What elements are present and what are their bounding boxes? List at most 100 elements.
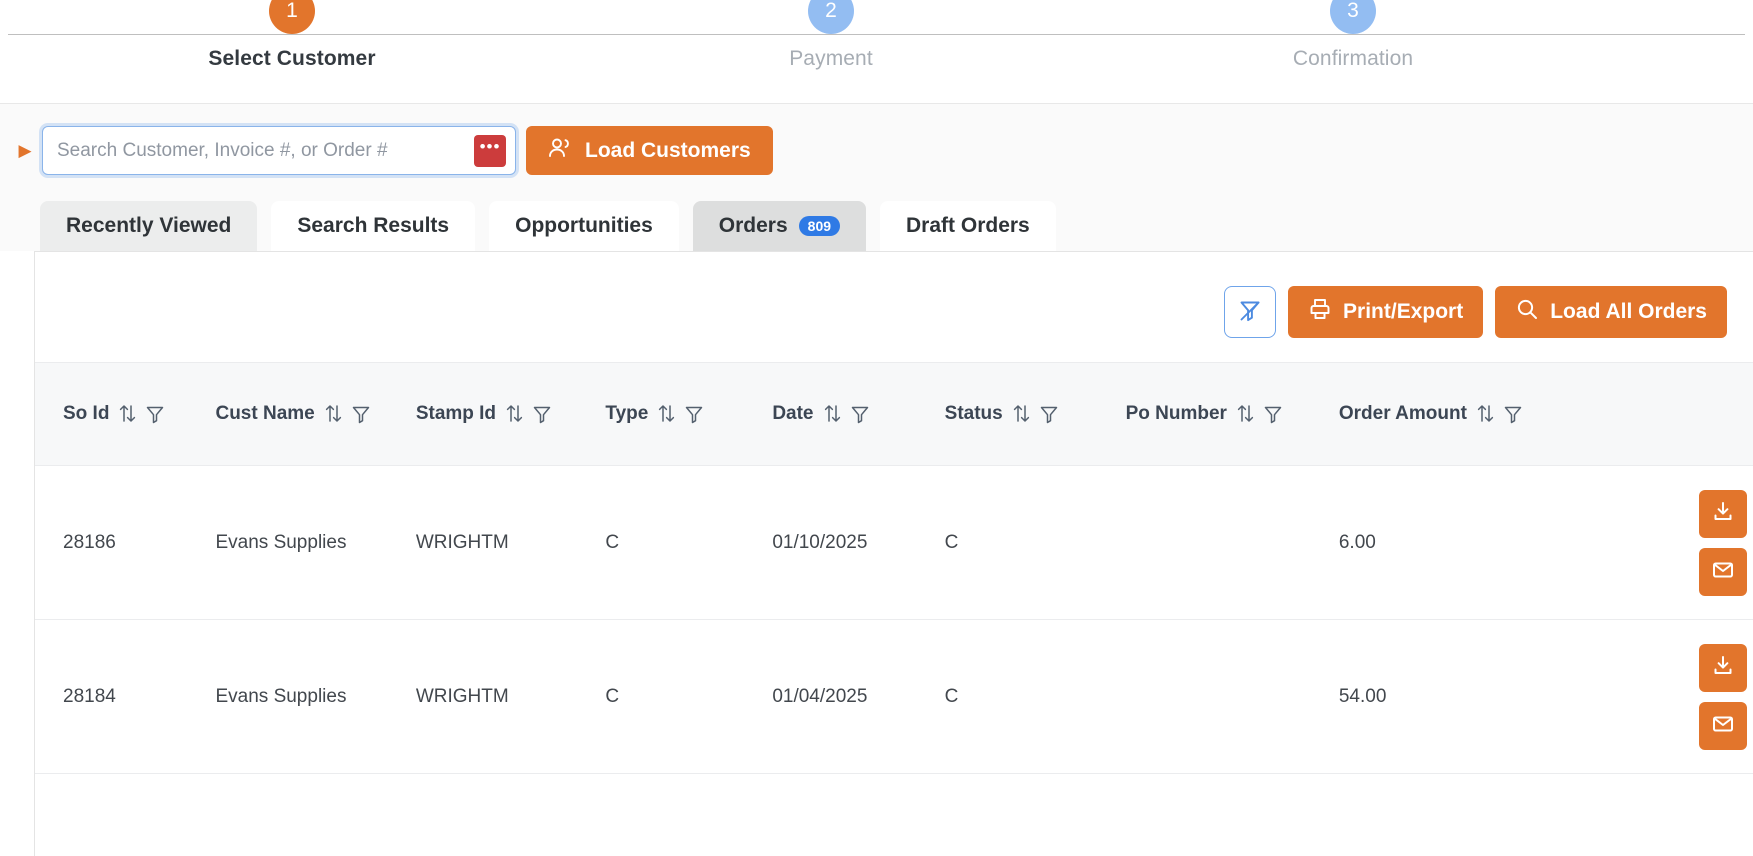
- orders-table-body: 28186 Evans Supplies WRIGHTM C 01/10/202…: [35, 465, 1753, 774]
- cell-order-amount: 6.00: [1332, 465, 1549, 620]
- cell-status: C: [938, 619, 1120, 774]
- column-header-order-amount: Order Amount: [1332, 362, 1549, 466]
- download-icon: [1711, 500, 1735, 527]
- sort-icon-so-id[interactable]: [118, 403, 137, 424]
- column-header-stamp-id: Stamp Id: [409, 362, 600, 466]
- column-header-actions: [1548, 362, 1753, 466]
- cell-cust-name: Evans Supplies: [209, 465, 410, 620]
- tab-recently-viewed[interactable]: Recently Viewed: [40, 201, 258, 251]
- tab-orders[interactable]: Orders 809: [692, 201, 867, 251]
- orders-table: So Id Cust Name Stamp Id Type Date Statu…: [35, 362, 1753, 774]
- column-header-status: Status: [938, 362, 1120, 466]
- column-header-so-id: So Id: [35, 362, 210, 466]
- step-confirmation[interactable]: 3 Confirmation: [1243, 0, 1463, 71]
- printer-icon: [1308, 297, 1332, 327]
- orders-toolbar: Print/Export Load All Orders: [35, 252, 1753, 362]
- clear-filter-button[interactable]: [1224, 286, 1277, 338]
- column-header-po-number: Po Number: [1119, 362, 1333, 466]
- load-customers-button[interactable]: Load Customers: [526, 126, 773, 175]
- customer-search-row: ▶ ••• Load Customers: [0, 104, 1753, 193]
- filter-icon-cust-name[interactable]: [351, 404, 371, 424]
- download-icon: [1711, 654, 1735, 681]
- column-header-cust-name: Cust Name: [209, 362, 410, 466]
- column-header-type: Type: [599, 362, 767, 466]
- sort-icon-type[interactable]: [657, 403, 676, 424]
- table-row[interactable]: 28184 Evans Supplies WRIGHTM C 01/04/202…: [35, 619, 1753, 774]
- filter-icon-type[interactable]: [684, 404, 704, 424]
- cell-po-number: [1119, 465, 1333, 620]
- column-header-date: Date: [766, 362, 939, 466]
- search-input-wrapper: •••: [42, 126, 516, 175]
- search-input[interactable]: [43, 127, 474, 174]
- filter-icon-status[interactable]: [1039, 404, 1059, 424]
- column-header-so-id-label: So Id: [63, 403, 110, 425]
- step-3-label: Confirmation: [1292, 47, 1414, 70]
- tab-recently-viewed-label: Recently Viewed: [66, 214, 232, 237]
- load-all-orders-label: Load All Orders: [1550, 300, 1707, 323]
- tab-draft-orders[interactable]: Draft Orders: [880, 201, 1056, 251]
- column-header-date-label: Date: [772, 403, 814, 425]
- download-order-button[interactable]: [1699, 643, 1747, 692]
- cell-actions: [1548, 465, 1753, 620]
- cell-status: C: [938, 465, 1120, 620]
- sort-icon-po-number[interactable]: [1236, 403, 1255, 424]
- result-tabs: Recently Viewed Search Results Opportuni…: [0, 193, 1753, 251]
- cell-po-number: [1119, 619, 1333, 774]
- search-icon: [1515, 297, 1539, 327]
- load-customers-label: Load Customers: [585, 138, 751, 162]
- cell-type: C: [599, 619, 767, 774]
- filter-icon-po-number[interactable]: [1263, 404, 1283, 424]
- expand-panel-caret-icon[interactable]: ▶: [8, 142, 42, 159]
- step-1-label: Select Customer: [208, 47, 376, 70]
- download-order-button[interactable]: [1699, 489, 1747, 538]
- stepper: 1 Select Customer 2 Payment 3 Confirmati…: [0, 0, 1753, 104]
- cell-actions: [1548, 619, 1753, 774]
- cell-order-amount: 54.00: [1332, 619, 1549, 774]
- filter-icon-date[interactable]: [850, 404, 870, 424]
- cell-date: 01/04/2025: [766, 619, 939, 774]
- tab-draft-orders-label: Draft Orders: [906, 214, 1030, 237]
- filter-icon-so-id[interactable]: [145, 404, 165, 424]
- column-header-order-amount-label: Order Amount: [1338, 403, 1467, 425]
- sort-icon-stamp-id[interactable]: [505, 403, 524, 424]
- table-row[interactable]: 28186 Evans Supplies WRIGHTM C 01/10/202…: [35, 465, 1753, 620]
- cell-stamp-id: WRIGHTM: [409, 619, 600, 774]
- cell-stamp-id: WRIGHTM: [409, 465, 600, 620]
- column-header-po-number-label: Po Number: [1125, 403, 1227, 425]
- sort-icon-cust-name[interactable]: [324, 403, 343, 424]
- column-header-stamp-id-label: Stamp Id: [415, 403, 497, 425]
- email-order-button[interactable]: [1699, 547, 1747, 596]
- search-options-button[interactable]: •••: [474, 134, 506, 167]
- column-header-status-label: Status: [944, 403, 1003, 425]
- step-2-label: Payment: [789, 47, 873, 70]
- step-1-circle[interactable]: 1: [269, 0, 315, 34]
- tab-search-results[interactable]: Search Results: [271, 201, 476, 251]
- load-all-orders-button[interactable]: Load All Orders: [1495, 286, 1727, 338]
- envelope-icon: [1711, 558, 1735, 585]
- sort-icon-date[interactable]: [823, 403, 842, 424]
- step-2-circle[interactable]: 2: [808, 0, 854, 34]
- email-order-button[interactable]: [1699, 701, 1747, 750]
- filter-icon-stamp-id[interactable]: [532, 404, 552, 424]
- table-header-row: So Id Cust Name Stamp Id Type Date Statu…: [35, 362, 1753, 466]
- step-3-circle[interactable]: 3: [1330, 0, 1376, 34]
- step-payment[interactable]: 2 Payment: [721, 0, 941, 71]
- cell-cust-name: Evans Supplies: [209, 619, 410, 774]
- cell-so-id: 28184: [35, 619, 210, 774]
- filter-icon-order-amount[interactable]: [1503, 404, 1523, 424]
- step-select-customer[interactable]: 1 Select Customer: [182, 0, 402, 71]
- column-header-type-label: Type: [605, 403, 649, 425]
- tab-opportunities[interactable]: Opportunities: [489, 201, 679, 251]
- envelope-icon: [1711, 712, 1735, 739]
- filter-clear-icon: [1237, 298, 1263, 327]
- tab-opportunities-label: Opportunities: [515, 214, 653, 237]
- column-header-cust-name-label: Cust Name: [215, 403, 315, 425]
- orders-panel: Print/Export Load All Orders So Id Cust …: [34, 251, 1753, 856]
- sort-icon-status[interactable]: [1012, 403, 1031, 424]
- orders-table-head: So Id Cust Name Stamp Id Type Date Statu…: [35, 362, 1753, 466]
- tab-orders-count-badge: 809: [798, 216, 841, 236]
- sort-icon-order-amount[interactable]: [1476, 403, 1495, 424]
- print-export-label: Print/Export: [1343, 300, 1464, 323]
- print-export-button[interactable]: Print/Export: [1288, 286, 1484, 338]
- cell-so-id: 28186: [35, 465, 210, 620]
